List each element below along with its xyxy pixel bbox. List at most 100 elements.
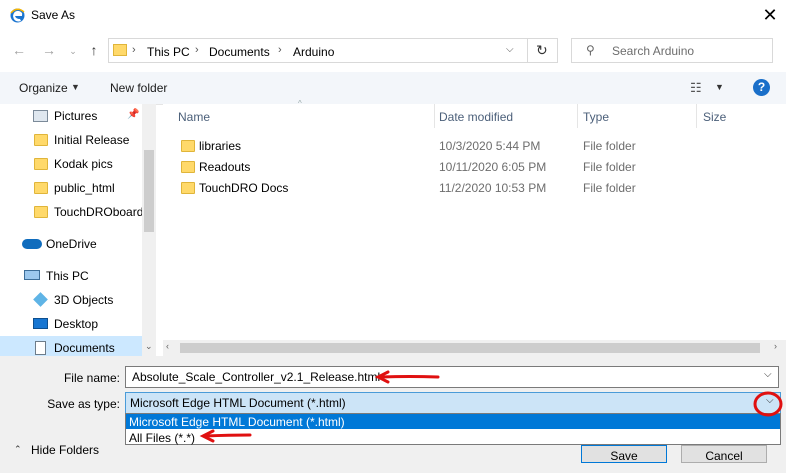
nav-item-initial-release[interactable]: Initial Release xyxy=(0,128,142,152)
nav-item-label: Kodak pics xyxy=(54,157,113,171)
address-dropdown-icon[interactable]: ⌵ xyxy=(506,44,514,55)
breadcrumb-separator-icon: › xyxy=(278,44,282,56)
save-as-type-value: Microsoft Edge HTML Document (*.html) xyxy=(130,396,346,410)
save-type-dropdown-icon[interactable]: ⌵ xyxy=(766,395,774,406)
scroll-left-icon[interactable]: ‹ xyxy=(166,341,169,351)
folder-icon xyxy=(181,182,195,194)
sort-ascending-icon: ^ xyxy=(298,99,302,108)
file-name-field[interactable]: Absolute_Scale_Controller_v2.1_Release.h… xyxy=(125,366,779,388)
scroll-down-icon[interactable]: ⌄ xyxy=(145,341,153,352)
nav-item-onedrive[interactable]: OneDrive xyxy=(0,232,142,256)
dropdown-option[interactable]: Microsoft Edge HTML Document (*.html) xyxy=(126,414,780,429)
nav-scrollbar-thumb[interactable] xyxy=(144,150,154,232)
view-chevron-icon[interactable]: ▼ xyxy=(715,82,724,92)
file-name-dropdown-icon[interactable]: ⌵ xyxy=(764,369,772,380)
nav-item-label: public_html xyxy=(54,181,115,195)
search-placeholder: Search Arduino xyxy=(612,44,695,58)
pictures-icon xyxy=(33,110,48,122)
folder-icon xyxy=(34,158,48,170)
nav-item-label: This PC xyxy=(46,269,89,283)
refresh-button[interactable]: ↻ xyxy=(528,38,558,63)
folder-icon xyxy=(181,140,195,152)
column-header-type[interactable]: Type xyxy=(583,110,609,124)
file-name: libraries xyxy=(199,139,242,153)
dropdown-option[interactable]: All Files (*.*) xyxy=(126,430,780,445)
view-options-icon[interactable]: ☷ xyxy=(690,80,702,96)
hide-folders-chevron-icon[interactable]: ⌃ xyxy=(14,444,22,455)
breadcrumb-arduino[interactable]: Arduino xyxy=(293,45,334,59)
file-name: Readouts xyxy=(199,160,251,174)
file-name-value: Absolute_Scale_Controller_v2.1_Release.h… xyxy=(132,370,381,384)
hide-folders-button[interactable]: Hide Folders xyxy=(31,443,99,457)
forward-icon[interactable]: → xyxy=(40,41,58,59)
help-icon[interactable]: ? xyxy=(753,79,770,96)
nav-item-pictures[interactable]: Pictures 📌 xyxy=(0,104,142,128)
pin-icon[interactable]: 📌 xyxy=(127,109,139,120)
column-divider[interactable] xyxy=(696,104,697,128)
file-row[interactable]: TouchDRO Docs 11/2/2020 10:53 PM File fo… xyxy=(163,178,773,198)
breadcrumb-separator-icon: › xyxy=(132,44,136,56)
save-as-type-dropdown-list: Microsoft Edge HTML Document (*.html) Al… xyxy=(125,413,781,445)
nav-item-kodak-pics[interactable]: Kodak pics xyxy=(0,152,142,176)
edge-app-icon xyxy=(10,8,25,23)
save-button[interactable]: Save xyxy=(581,445,667,463)
documents-icon xyxy=(35,341,46,355)
refresh-icon: ↻ xyxy=(536,42,548,58)
search-input[interactable]: ⚲ Search Arduino xyxy=(571,38,773,63)
cancel-button-label: Cancel xyxy=(705,449,743,463)
close-icon[interactable]: ✕ xyxy=(762,6,778,24)
file-date: 10/11/2020 6:05 PM xyxy=(439,160,547,174)
column-header-name[interactable]: Name xyxy=(178,110,210,124)
nav-item-label: OneDrive xyxy=(46,237,97,251)
save-as-type-select[interactable]: Microsoft Edge HTML Document (*.html) ⌵ xyxy=(125,392,781,414)
nav-item-label: 3D Objects xyxy=(54,293,114,307)
folder-icon xyxy=(113,44,127,56)
search-icon: ⚲ xyxy=(586,43,595,57)
up-icon[interactable]: ↑ xyxy=(85,41,103,59)
computer-icon xyxy=(24,270,40,280)
column-divider[interactable] xyxy=(577,104,578,128)
breadcrumb-separator-icon: › xyxy=(195,44,199,56)
title-bar: Save As ✕ xyxy=(0,0,786,32)
address-bar[interactable]: › This PC › Documents › Arduino ⌵ xyxy=(108,38,528,63)
save-as-type-label: Save as type: xyxy=(47,397,120,411)
desktop-icon xyxy=(33,318,48,329)
nav-item-public-html[interactable]: public_html xyxy=(0,176,142,200)
file-row[interactable]: libraries 10/3/2020 5:44 PM File folder xyxy=(163,136,773,156)
command-bar: Organize ▼ New folder ☷ ▼ ? xyxy=(0,72,786,105)
file-name: TouchDRO Docs xyxy=(199,181,289,195)
file-row[interactable]: Readouts 10/11/2020 6:05 PM File folder xyxy=(163,157,773,177)
folder-icon xyxy=(181,161,195,173)
recent-locations-chevron-icon[interactable]: ⌄ xyxy=(64,42,82,60)
column-header-size[interactable]: Size xyxy=(703,110,726,124)
folder-icon xyxy=(34,134,48,146)
new-folder-button[interactable]: New folder xyxy=(110,81,167,95)
organize-button[interactable]: Organize xyxy=(19,81,68,95)
3d-objects-icon xyxy=(33,292,48,307)
file-type: File folder xyxy=(583,139,636,153)
breadcrumb-documents[interactable]: Documents xyxy=(209,45,270,59)
file-date: 11/2/2020 10:53 PM xyxy=(439,181,547,195)
save-button-label: Save xyxy=(610,449,638,463)
nav-item-documents[interactable]: Documents xyxy=(0,336,142,356)
hscrollbar-thumb[interactable] xyxy=(180,343,760,353)
back-icon[interactable]: ← xyxy=(10,41,28,59)
file-name-label: File name: xyxy=(63,371,120,385)
nav-item-label: Pictures xyxy=(54,109,98,123)
nav-item-label: Desktop xyxy=(54,317,99,331)
scroll-right-icon[interactable]: › xyxy=(774,341,777,351)
option-label: Microsoft Edge HTML Document (*.html) xyxy=(129,415,345,429)
folder-icon xyxy=(34,182,48,194)
file-type: File folder xyxy=(583,160,636,174)
column-header-date-modified[interactable]: Date modified xyxy=(439,110,513,124)
option-label: All Files (*.*) xyxy=(129,431,196,445)
nav-item-touchdroboard[interactable]: TouchDROboard xyxy=(0,200,144,224)
nav-item-3d-objects[interactable]: 3D Objects xyxy=(0,288,142,312)
nav-item-label: TouchDROboard xyxy=(54,205,144,219)
nav-item-this-pc[interactable]: This PC xyxy=(0,264,142,288)
column-divider[interactable] xyxy=(434,104,435,128)
breadcrumb-this-pc[interactable]: This PC xyxy=(147,45,190,59)
cancel-button[interactable]: Cancel xyxy=(681,445,767,463)
nav-item-label: Documents xyxy=(54,341,115,355)
nav-item-desktop[interactable]: Desktop xyxy=(0,312,142,336)
